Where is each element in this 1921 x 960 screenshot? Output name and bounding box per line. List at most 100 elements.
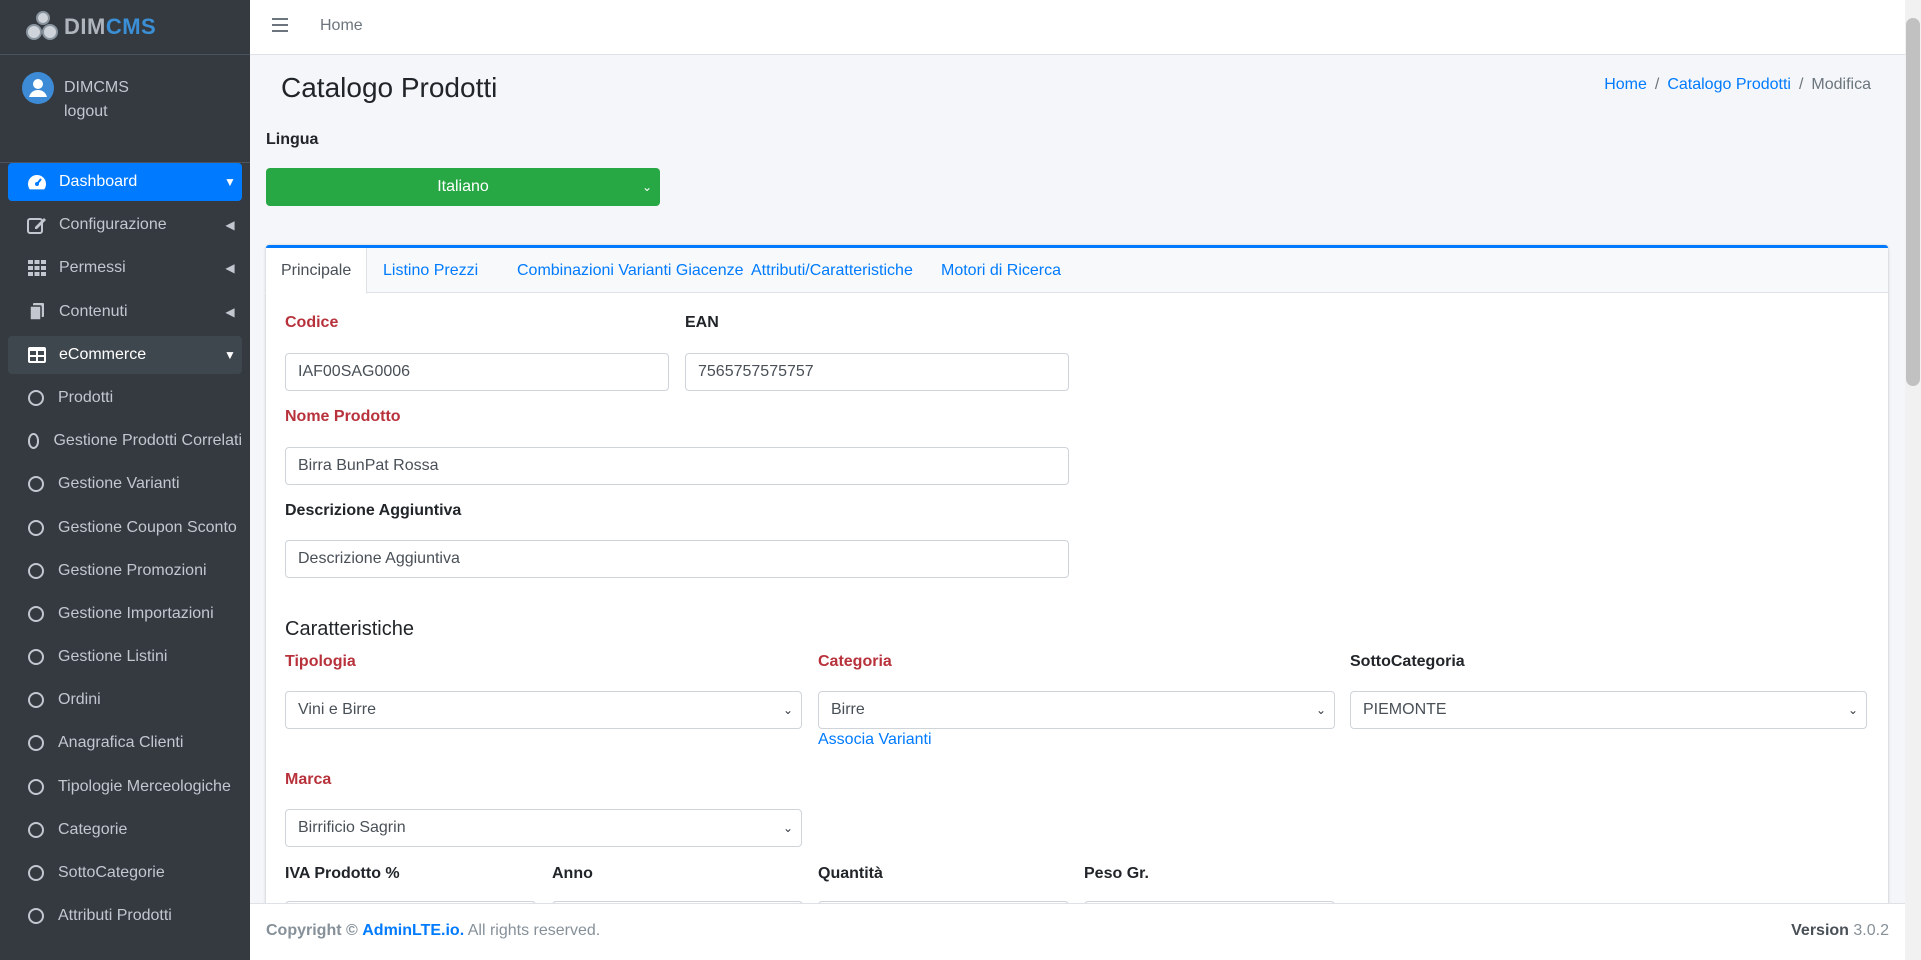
tab-motori-ricerca[interactable]: Motori di Ricerca — [926, 248, 1076, 293]
sidebar-subitem[interactable]: Gestione Listini — [8, 638, 242, 676]
sidebar-subitem[interactable]: Tipologie Merceologiche — [8, 768, 242, 806]
logout-link[interactable]: logout — [64, 103, 108, 121]
codice-input[interactable]: IAF00SAG0006 — [285, 353, 669, 391]
circle-icon — [28, 606, 44, 622]
brand-text: DIMCMS — [64, 14, 157, 39]
brand-logo-icon — [26, 11, 60, 43]
ean-label: EAN — [685, 314, 719, 331]
page-title: Catalogo Prodotti — [281, 72, 498, 103]
sidebar-subitem[interactable]: Anagrafica Clienti — [8, 724, 242, 762]
ean-input[interactable]: 7565757575757 — [685, 353, 1069, 391]
sidebar-item-dashboard[interactable]: Dashboard ▼ — [8, 163, 242, 201]
user-avatar-icon[interactable] — [22, 72, 54, 104]
chevron-down-icon: ▼ — [224, 175, 236, 189]
marca-label: Marca — [285, 771, 332, 788]
copy-icon — [26, 303, 48, 321]
grid-icon — [26, 259, 48, 277]
tab-listino-prezzi[interactable]: Listino Prezzi — [368, 248, 493, 293]
sottocategoria-label: SottoCategoria — [1350, 653, 1465, 670]
breadcrumb-catalogo[interactable]: Catalogo Prodotti — [1667, 76, 1791, 94]
circle-icon — [28, 908, 44, 924]
edit-icon — [26, 216, 48, 234]
circle-icon — [28, 692, 44, 708]
sidebar-subitem[interactable]: Gestione Prodotti Correlati — [8, 422, 242, 460]
sidebar-subitem[interactable]: Prodotti — [8, 379, 242, 417]
footer: Copyright © AdminLTE.io. All rights rese… — [250, 903, 1905, 960]
nome-prodotto-label: Nome Prodotto — [285, 408, 401, 425]
chevron-left-icon: ◀ — [225, 218, 235, 232]
caratteristiche-heading: Caratteristiche — [285, 618, 414, 640]
breadcrumb: Home / Catalogo Prodotti / Modifica — [1604, 76, 1871, 94]
sidebar-item-configurazione[interactable]: Configurazione ◀ — [8, 206, 242, 244]
circle-icon — [28, 865, 44, 881]
sidebar-subitem[interactable]: Gestione Promozioni — [8, 552, 242, 590]
sidebar-subitem[interactable]: Ordini — [8, 681, 242, 719]
circle-icon — [28, 563, 44, 579]
top-navbar: Home — [250, 0, 1905, 55]
chevron-down-icon: ⌄ — [782, 703, 793, 717]
brand-link[interactable]: DIMCMS — [0, 0, 250, 55]
categoria-label: Categoria — [818, 653, 892, 670]
tab-attributi[interactable]: Attributi/Caratteristiche — [736, 248, 928, 293]
chevron-left-icon: ◀ — [225, 305, 235, 319]
nome-prodotto-input[interactable]: Birra BunPat Rossa — [285, 447, 1069, 485]
breadcrumb-home[interactable]: Home — [1604, 76, 1647, 94]
chevron-down-icon: ⌄ — [782, 821, 793, 835]
circle-icon — [28, 779, 44, 795]
tab-combinazioni[interactable]: Combinazioni Varianti Giacenze — [502, 248, 758, 293]
gauge-icon — [26, 173, 48, 191]
breadcrumb-separator: / — [1654, 76, 1660, 93]
chevron-left-icon: ◀ — [225, 261, 235, 275]
chevron-down-icon: ▼ — [224, 348, 236, 362]
sottocategoria-select[interactable]: PIEMONTE ⌄ — [1350, 691, 1867, 729]
sidebar-subitem[interactable]: Gestione Coupon Sconto — [8, 509, 242, 547]
descrizione-input[interactable]: Descrizione Aggiuntiva — [285, 540, 1069, 578]
scrollbar-thumb[interactable] — [1906, 18, 1920, 386]
product-form-card: Principale Listino Prezzi Combinazioni V… — [265, 245, 1888, 945]
sidebar: DIMCMS DIMCMS logout Dashboard ▼ Configu… — [0, 0, 250, 960]
chevron-down-icon: ⌄ — [641, 180, 652, 194]
chevron-down-icon: ⌄ — [1847, 703, 1858, 717]
circle-icon — [28, 735, 44, 751]
footer-version: Version 3.0.2 — [1791, 922, 1889, 939]
lingua-label: Lingua — [266, 131, 319, 148]
tab-bar: Principale Listino Prezzi Combinazioni V… — [265, 248, 1888, 294]
adminlte-link[interactable]: AdminLTE.io. — [362, 922, 464, 939]
sidebar-item-permessi[interactable]: Permessi ◀ — [8, 249, 242, 287]
categoria-select[interactable]: Birre ⌄ — [818, 691, 1335, 729]
peso-label: Peso Gr. — [1084, 865, 1149, 882]
circle-icon — [28, 822, 44, 838]
anno-label: Anno — [552, 865, 593, 882]
circle-icon — [28, 476, 44, 492]
quantita-label: Quantità — [818, 865, 883, 882]
chevron-down-icon: ⌄ — [1315, 703, 1326, 717]
tipologia-label: Tipologia — [285, 653, 356, 670]
menu-toggle-icon[interactable] — [272, 18, 288, 32]
breadcrumb-current: Modifica — [1811, 76, 1871, 93]
circle-icon — [28, 649, 44, 665]
top-home-link[interactable]: Home — [320, 17, 363, 35]
circle-icon — [28, 390, 44, 406]
lingua-select[interactable]: Italiano ⌄ — [266, 168, 660, 206]
table-icon — [26, 346, 48, 364]
codice-label: Codice — [285, 314, 339, 331]
sidebar-subitem[interactable]: Gestione Importazioni — [8, 595, 242, 633]
sidebar-subitem[interactable]: Categorie — [8, 811, 242, 849]
marca-select[interactable]: Birrificio Sagrin ⌄ — [285, 809, 802, 847]
sidebar-item-contenuti[interactable]: Contenuti ◀ — [8, 293, 242, 331]
circle-icon — [28, 433, 40, 449]
sidebar-subitem[interactable]: Gestione Varianti — [8, 465, 242, 503]
sidebar-item-ecommerce[interactable]: eCommerce ▼ — [8, 336, 242, 374]
associa-varianti-link[interactable]: Associa Varianti — [818, 731, 932, 749]
tab-principale[interactable]: Principale — [265, 248, 368, 294]
descrizione-label: Descrizione Aggiuntiva — [285, 502, 462, 519]
iva-label: IVA Prodotto % — [285, 865, 400, 882]
tipologia-select[interactable]: Vini e Birre ⌄ — [285, 691, 802, 729]
sidebar-subitem[interactable]: Attributi Prodotti — [8, 897, 242, 935]
user-panel: DIMCMS logout — [0, 55, 250, 163]
sidebar-subitem[interactable]: SottoCategorie — [8, 854, 242, 892]
circle-icon — [28, 520, 44, 536]
footer-copyright: Copyright © AdminLTE.io. All rights rese… — [266, 922, 601, 939]
user-name[interactable]: DIMCMS — [64, 79, 129, 97]
breadcrumb-separator: / — [1798, 76, 1804, 93]
